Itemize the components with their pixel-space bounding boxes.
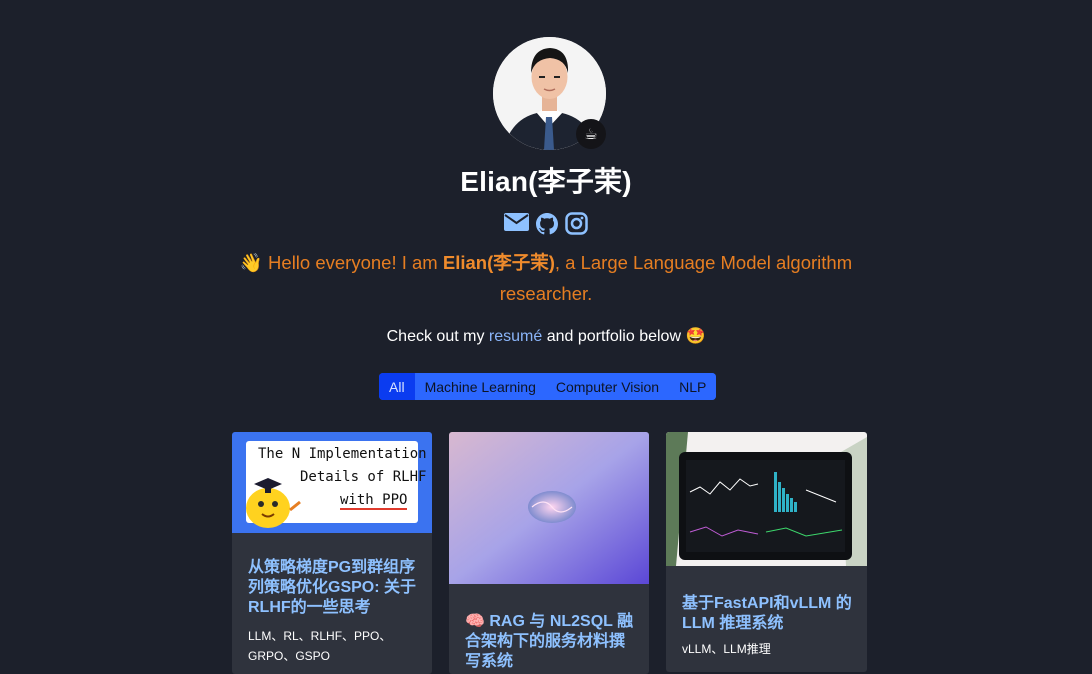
instagram-icon[interactable] xyxy=(565,212,588,236)
card-thumbnail xyxy=(666,432,867,566)
checkout-text: Check out my resumé and portfolio below … xyxy=(386,328,706,345)
portfolio-card-rlhf[interactable]: The N Implementation Details of RLHF wit… xyxy=(232,432,432,674)
card-title[interactable]: 从策略梯度PG到群组序列策略优化GSPO: 关于RLHF的一些思考 xyxy=(248,558,420,618)
filter-machine-learning[interactable]: Machine Learning xyxy=(414,373,546,400)
filter-all[interactable]: All xyxy=(379,373,415,400)
star-eyes-icon: 🤩 xyxy=(685,328,706,345)
resume-link[interactable]: resumé xyxy=(489,328,542,345)
card-tags: vLLM、LLM推理 xyxy=(682,642,771,656)
thumbnail-line-2: Details of RLHF xyxy=(300,469,427,485)
portfolio-card-rag[interactable]: 🧠 RAG 与 NL2SQL 融合架构下的服务材料撰写系统 xyxy=(449,432,649,674)
portfolio-card-vllm[interactable]: 基于FastAPI和vLLM 的 LLM 推理系统 vLLM、LLM推理 xyxy=(666,432,867,672)
github-icon[interactable] xyxy=(535,212,559,236)
social-links xyxy=(0,212,1092,236)
card-thumbnail: The N Implementation Details of RLHF wit… xyxy=(232,432,432,533)
coffee-badge: ☕ xyxy=(576,119,606,149)
card-title[interactable]: 🧠 RAG 与 NL2SQL 融合架构下的服务材料撰写系统 xyxy=(465,612,635,672)
card-tags: LLM、RL、RLHF、PPO、GRPO、GSPO xyxy=(248,629,392,663)
email-icon[interactable] xyxy=(504,212,529,236)
intro-name: Elian(李子茉) xyxy=(442,252,555,273)
profile-name: Elian(李子茉) xyxy=(460,166,632,197)
thumbnail-line-3: with PPO xyxy=(340,492,408,510)
intro-text: 👋 Hello everyone! I am Elian(李子茉), a Lar… xyxy=(239,252,853,304)
portfolio-page: ☕ Elian(李子茉) 👋 Hello everyone! I am Elia… xyxy=(0,0,1092,674)
coffee-icon: ☕ xyxy=(584,125,598,143)
card-thumbnail xyxy=(449,432,649,584)
card-title[interactable]: 基于FastAPI和vLLM 的 LLM 推理系统 xyxy=(682,594,854,634)
filter-nlp[interactable]: NLP xyxy=(669,373,717,400)
category-filters: All Machine Learning Computer Vision NLP xyxy=(379,373,717,400)
thumbnail-line-1: The N Implementation xyxy=(258,446,427,462)
wave-icon: 👋 xyxy=(239,252,263,273)
filter-computer-vision[interactable]: Computer Vision xyxy=(545,373,670,400)
